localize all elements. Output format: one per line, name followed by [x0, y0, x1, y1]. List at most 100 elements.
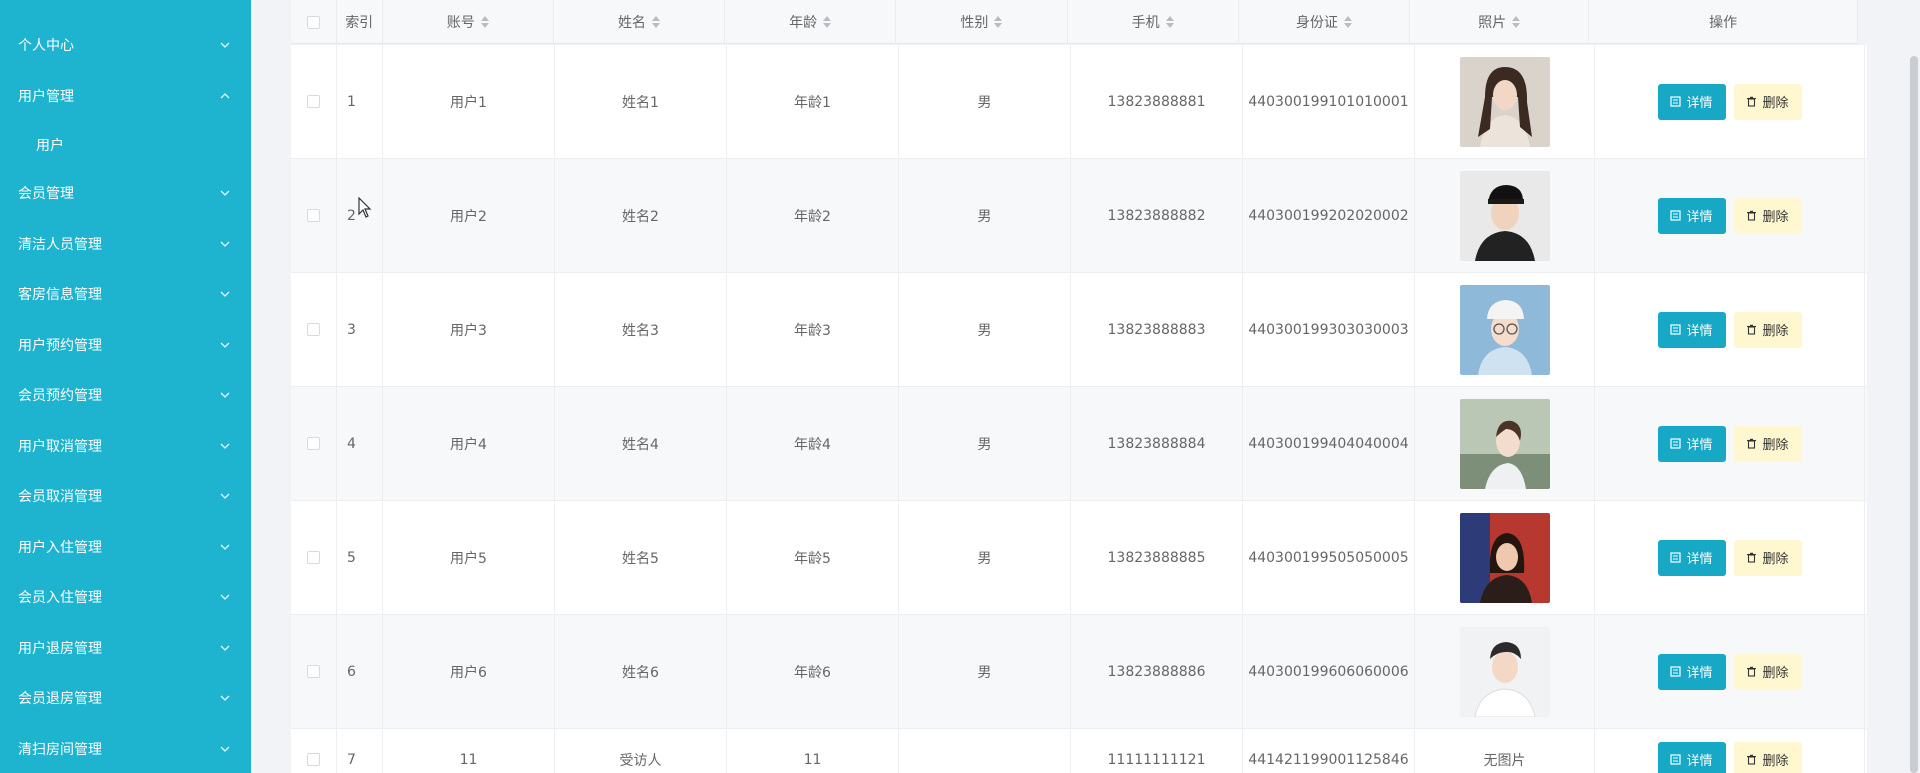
- detail-button[interactable]: 详情: [1657, 741, 1726, 773]
- sidebar-item-4[interactable]: 客房信息管理: [0, 269, 251, 320]
- row-checkbox[interactable]: [307, 551, 320, 564]
- document-icon: [1670, 210, 1682, 221]
- sidebar-subitem-1-0[interactable]: 用户: [0, 121, 251, 168]
- age-value: 年龄6: [794, 664, 831, 681]
- idcard-cell: 440300199202020002: [1243, 159, 1415, 272]
- ops-cell: 详情 删除: [1595, 45, 1865, 158]
- user-photo: [1459, 626, 1550, 717]
- sidebar-item-11[interactable]: 用户退房管理: [0, 623, 251, 674]
- document-icon: [1670, 96, 1682, 107]
- chevron-down-icon: [219, 389, 231, 401]
- chevron-down-icon: [219, 288, 231, 300]
- chevron-down-icon: [219, 490, 231, 502]
- name-value: 受访人: [619, 752, 662, 769]
- chevron-down-icon: [219, 39, 231, 51]
- sidebar-item-12[interactable]: 会员退房管理: [0, 673, 251, 724]
- account-cell: 用户3: [383, 273, 555, 386]
- delete-button[interactable]: 删除: [1733, 741, 1802, 773]
- sidebar-item-7[interactable]: 用户取消管理: [0, 421, 251, 472]
- idcard-value: 441421199001125846: [1248, 751, 1409, 768]
- delete-button[interactable]: 删除: [1733, 539, 1802, 576]
- name-cell: 姓名5: [555, 501, 727, 614]
- name-cell: 姓名4: [555, 387, 727, 500]
- header-account[interactable]: 账号: [383, 0, 554, 44]
- header-phone-label: 手机: [1131, 15, 1160, 31]
- delete-button[interactable]: 删除: [1733, 311, 1802, 348]
- header-phone[interactable]: 手机: [1068, 0, 1239, 44]
- detail-button[interactable]: 详情: [1657, 197, 1726, 234]
- sort-icon[interactable]: [1165, 16, 1174, 28]
- row-checkbox[interactable]: [307, 209, 320, 222]
- phone-value: 13823888885: [1107, 549, 1206, 566]
- user-photo: [1459, 284, 1550, 375]
- chevron-down-icon: [219, 591, 231, 603]
- row-select-cell: [291, 501, 337, 614]
- sidebar-item-5[interactable]: 用户预约管理: [0, 320, 251, 371]
- header-photo[interactable]: 照片: [1410, 0, 1590, 44]
- header-age[interactable]: 年龄: [725, 0, 897, 44]
- header-idcard[interactable]: 身份证: [1239, 0, 1410, 44]
- row-checkbox[interactable]: [307, 323, 320, 336]
- trash-icon: [1746, 666, 1757, 677]
- delete-button[interactable]: 删除: [1733, 83, 1802, 120]
- age-cell: 年龄6: [727, 615, 899, 728]
- sidebar-item-2[interactable]: 会员管理: [0, 168, 251, 219]
- idcard-cell: 440300199303030003: [1243, 273, 1415, 386]
- sidebar-item-label: 用户管理: [18, 88, 74, 105]
- sidebar-item-8[interactable]: 会员取消管理: [0, 471, 251, 522]
- detail-button[interactable]: 详情: [1657, 83, 1726, 120]
- sidebar-item-9[interactable]: 用户入住管理: [0, 522, 251, 573]
- sidebar-item-1[interactable]: 用户管理: [0, 71, 251, 122]
- idcard-cell: 440300199101010001: [1243, 45, 1415, 158]
- sort-icon[interactable]: [1512, 16, 1521, 28]
- detail-button[interactable]: 详情: [1657, 425, 1726, 462]
- sort-icon[interactable]: [823, 16, 832, 28]
- idcard-value: 440300199505050005: [1248, 549, 1409, 566]
- sidebar-item-10[interactable]: 会员入住管理: [0, 572, 251, 623]
- sort-icon[interactable]: [994, 16, 1003, 28]
- detail-button[interactable]: 详情: [1657, 653, 1726, 690]
- sort-icon[interactable]: [480, 16, 489, 28]
- sidebar-item-6[interactable]: 会员预约管理: [0, 370, 251, 421]
- phone-value: 13823888881: [1107, 93, 1206, 110]
- gender-cell: 男: [899, 45, 1071, 158]
- phone-cell: 13823888881: [1071, 45, 1243, 158]
- age-cell: 年龄5: [727, 501, 899, 614]
- photo-cell: [1415, 273, 1595, 386]
- phone-cell: 13823888884: [1071, 387, 1243, 500]
- age-value: 年龄4: [794, 436, 831, 453]
- chevron-down-icon: [219, 440, 231, 452]
- vertical-scrollbar[interactable]: [1908, 0, 1920, 773]
- sidebar-item-13[interactable]: 清扫房间管理: [0, 724, 251, 773]
- sidebar-item-3[interactable]: 清洁人员管理: [0, 219, 251, 270]
- age-value: 11: [803, 751, 822, 768]
- index-value: 7: [347, 751, 356, 768]
- photo-cell: [1415, 159, 1595, 272]
- delete-button[interactable]: 删除: [1733, 653, 1802, 690]
- row-checkbox[interactable]: [307, 665, 320, 678]
- delete-button[interactable]: 删除: [1733, 425, 1802, 462]
- select-all-checkbox[interactable]: [306, 15, 320, 29]
- detail-button[interactable]: 详情: [1657, 311, 1726, 348]
- phone-cell: 11111111121: [1071, 729, 1243, 773]
- sidebar-item-label: 会员预约管理: [18, 388, 102, 405]
- header-name[interactable]: 姓名: [554, 0, 726, 44]
- age-value: 年龄5: [794, 550, 831, 567]
- sort-icon[interactable]: [651, 16, 660, 28]
- sort-icon[interactable]: [1343, 16, 1352, 28]
- table-row: 7 11 受访人 11 11111111121 441421199001125846 无图片…: [291, 729, 1867, 773]
- user-photo: [1459, 170, 1550, 261]
- header-gender[interactable]: 性别: [896, 0, 1068, 44]
- name-value: 姓名5: [622, 550, 659, 567]
- row-checkbox[interactable]: [307, 437, 320, 450]
- delete-button[interactable]: 删除: [1733, 197, 1802, 234]
- age-value: 年龄3: [794, 322, 831, 339]
- sidebar-item-0[interactable]: 个人中心: [0, 20, 251, 71]
- scrollbar-thumb[interactable]: [1910, 56, 1918, 773]
- idcard-value: 440300199404040004: [1248, 435, 1409, 452]
- detail-button[interactable]: 详情: [1657, 539, 1726, 576]
- row-checkbox[interactable]: [307, 95, 320, 108]
- phone-value: 13823888886: [1107, 663, 1206, 680]
- row-checkbox[interactable]: [307, 753, 320, 766]
